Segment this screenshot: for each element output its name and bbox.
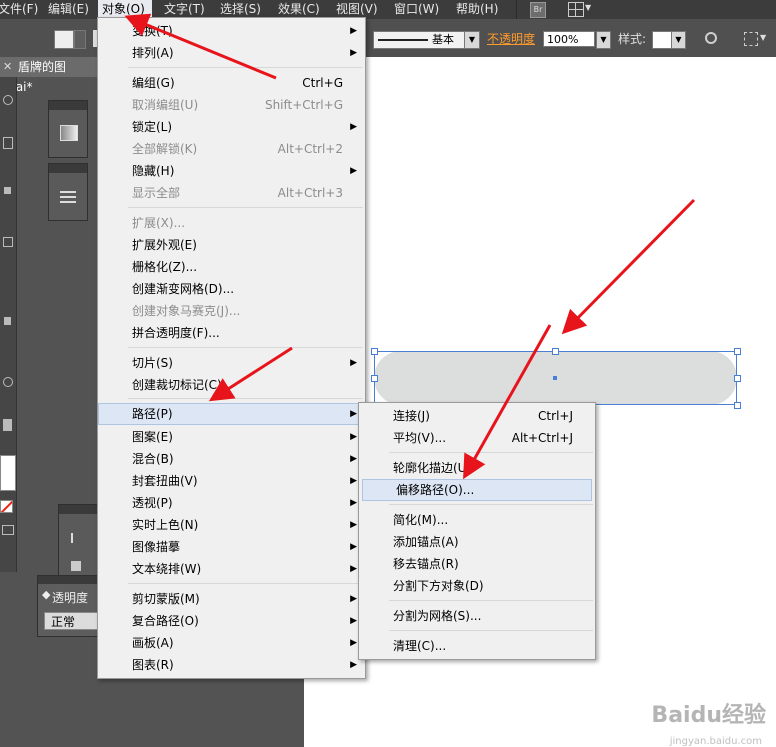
red-arrow — [208, 346, 293, 402]
annotation-arrows — [124, 13, 696, 480]
red-arrow — [561, 198, 696, 335]
red-arrow — [124, 13, 277, 80]
baidu-watermark: Baidu经验 — [651, 703, 766, 728]
baidu-watermark-url: jingyan.baidu.com — [669, 736, 762, 747]
red-arrow — [463, 324, 552, 480]
